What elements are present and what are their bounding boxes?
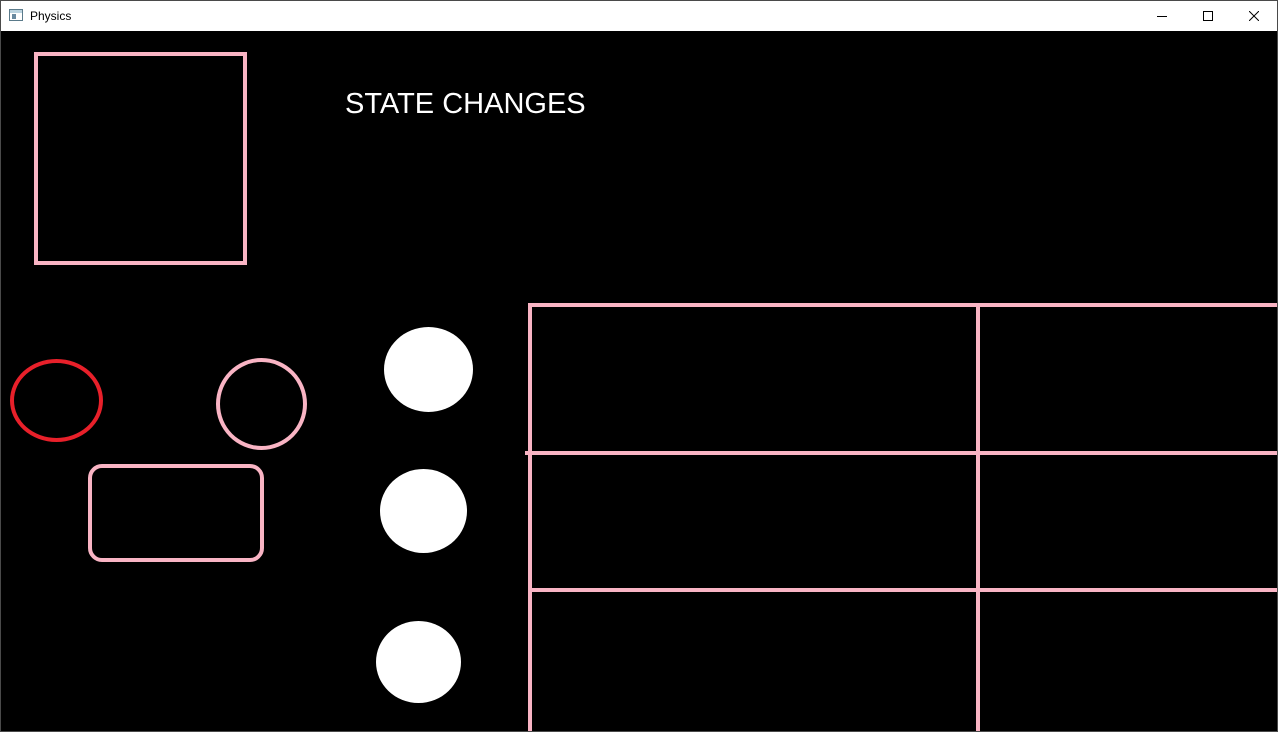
grid-horizontal-line-middle bbox=[525, 451, 1277, 455]
close-button[interactable] bbox=[1231, 1, 1277, 31]
window-app-icon bbox=[9, 9, 23, 21]
minimize-button[interactable] bbox=[1139, 1, 1185, 31]
white-ball-top[interactable] bbox=[384, 327, 473, 412]
grid-horizontal-line-bottom bbox=[528, 588, 1277, 592]
close-icon bbox=[1249, 11, 1259, 21]
window-title: Physics bbox=[30, 9, 72, 23]
state-changes-heading: STATE CHANGES bbox=[345, 88, 586, 120]
white-ball-middle[interactable] bbox=[380, 469, 467, 553]
title-bar[interactable]: Physics bbox=[1, 1, 1277, 31]
maximize-icon bbox=[1203, 11, 1213, 21]
pink-square-outline[interactable] bbox=[34, 52, 247, 265]
drawing-canvas[interactable]: STATE CHANGES bbox=[1, 31, 1277, 731]
minimize-icon bbox=[1157, 16, 1167, 17]
maximize-button[interactable] bbox=[1185, 1, 1231, 31]
grid-vertical-line-left bbox=[528, 303, 532, 731]
pink-circle-outline[interactable] bbox=[216, 358, 307, 450]
grid-horizontal-line-top bbox=[528, 303, 1277, 307]
white-ball-bottom[interactable] bbox=[376, 621, 461, 703]
red-ellipse-outline[interactable] bbox=[10, 359, 103, 442]
pink-rounded-rectangle-outline[interactable] bbox=[88, 464, 264, 562]
grid-vertical-line-middle bbox=[976, 303, 980, 731]
physics-window: Physics STATE CHANGES bbox=[0, 0, 1278, 732]
